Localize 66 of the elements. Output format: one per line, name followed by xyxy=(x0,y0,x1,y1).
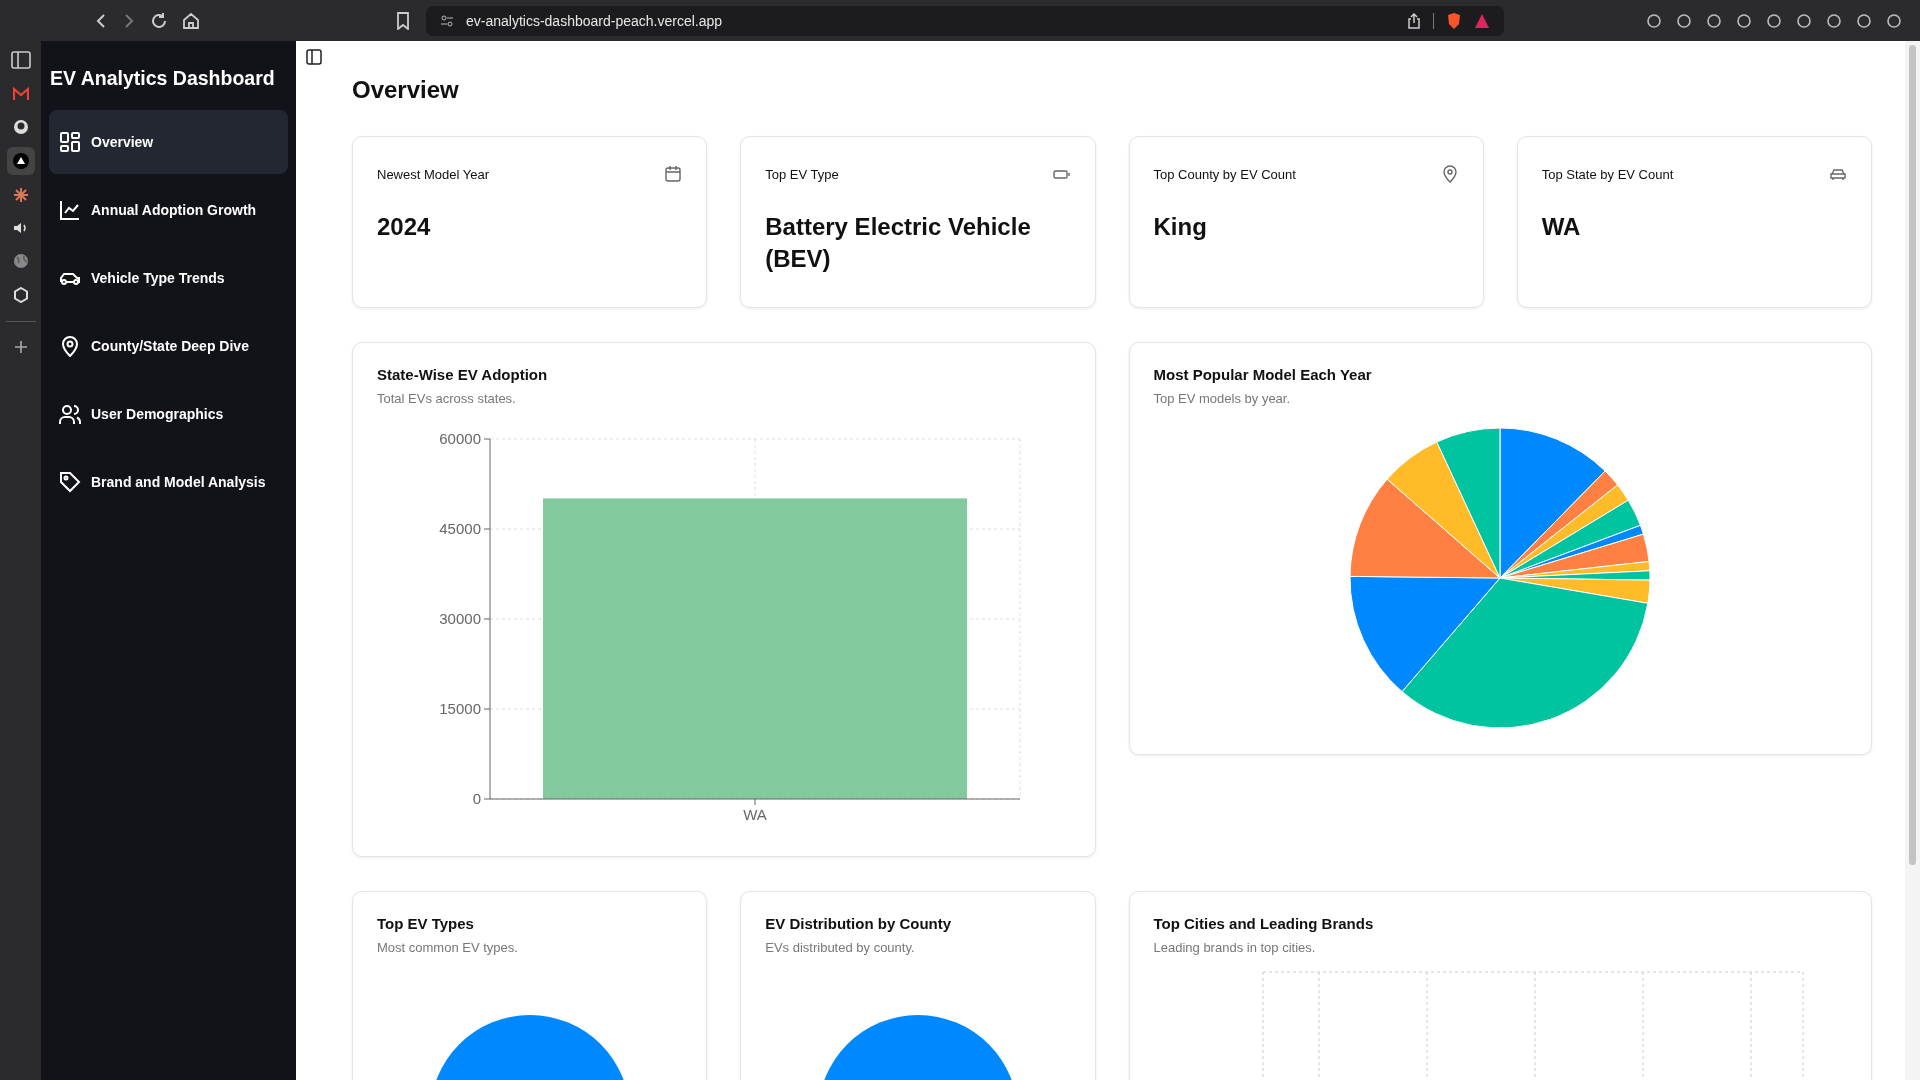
line-chart-icon xyxy=(59,199,81,221)
address-bar[interactable]: ev-analytics-dashboard-peach.vercel.app xyxy=(426,5,1504,36)
stat-value: WA xyxy=(1541,212,1582,242)
chart-subtitle: Leading brands in top cities. xyxy=(1153,940,1317,955)
extension-icon[interactable] xyxy=(1826,12,1842,29)
share-icon[interactable] xyxy=(1407,12,1421,29)
extension-icon[interactable] xyxy=(1736,12,1752,29)
chart-subtitle: Most common EV types. xyxy=(377,940,519,955)
chart-title: Most Popular Model Each Year xyxy=(1153,365,1373,385)
chart-subtitle: Top EV models by year. xyxy=(1153,391,1292,406)
nav-item[interactable]: Annual Adoption Growth xyxy=(49,178,288,242)
nav-item[interactable]: User Demographics xyxy=(49,382,288,446)
panel-toggle-icon[interactable] xyxy=(306,49,322,65)
axis-label: 45000 xyxy=(439,520,481,537)
axis-label: 15000 xyxy=(439,700,481,717)
stat-value: King xyxy=(1153,212,1208,242)
stat-label: Top State by EV Count xyxy=(1541,166,1674,182)
nav-item[interactable]: County/State Deep Dive xyxy=(49,314,288,378)
extension-icon[interactable] xyxy=(1766,12,1782,29)
nav-item[interactable]: Overview xyxy=(49,110,288,174)
home-icon[interactable] xyxy=(182,11,200,30)
app-title: EV Analytics Dashboard xyxy=(50,67,276,90)
stat-value: 2024 xyxy=(377,212,432,242)
chart-subtitle: Total EVs across states. xyxy=(377,391,517,406)
globe-icon[interactable] xyxy=(12,253,29,269)
forward-icon[interactable] xyxy=(122,12,136,29)
axis-label: 30000 xyxy=(439,610,481,627)
chart-title: State-Wise EV Adoption xyxy=(377,365,549,385)
axis-label: WA xyxy=(743,806,767,823)
axis-label: 0 xyxy=(472,790,481,807)
extension-icon[interactable] xyxy=(1796,12,1812,29)
nav-item[interactable]: Vehicle Type Trends xyxy=(49,246,288,310)
stat-label: Top EV Type xyxy=(765,166,839,182)
back-icon[interactable] xyxy=(94,12,108,29)
axis-label: 60000 xyxy=(439,430,481,447)
stat-value: Battery Electric Vehicle (BEV) xyxy=(765,212,1032,274)
bookmark-icon[interactable] xyxy=(396,11,410,30)
speaker-icon[interactable] xyxy=(12,221,29,235)
grid-icon xyxy=(59,131,81,153)
extension-icon[interactable] xyxy=(1676,12,1692,29)
stat-label: Top County by EV Count xyxy=(1153,166,1296,182)
site-settings-icon[interactable] xyxy=(440,13,454,28)
map-pin-icon xyxy=(59,335,81,357)
nav-item[interactable]: Brand and Model Analysis xyxy=(49,450,288,514)
stat-label: Newest Model Year xyxy=(377,166,489,182)
sidebar-toggle-icon[interactable] xyxy=(10,51,31,69)
page-title: Overview xyxy=(352,75,460,105)
chart-title: Top EV Types xyxy=(377,914,475,934)
extension-icon[interactable] xyxy=(1646,12,1662,29)
shield-icon[interactable] xyxy=(1446,11,1462,30)
scrollbar[interactable] xyxy=(1905,41,1920,1080)
reload-icon[interactable] xyxy=(150,11,168,30)
add-icon[interactable] xyxy=(13,340,28,354)
tag-icon xyxy=(59,471,81,493)
starburst-icon[interactable] xyxy=(12,187,29,203)
extension-icon[interactable] xyxy=(1856,12,1872,29)
cube-icon[interactable] xyxy=(12,287,29,303)
map-pin-icon xyxy=(1440,165,1459,183)
chart-subtitle: EVs distributed by county. xyxy=(765,940,916,955)
chart-title: EV Distribution by County xyxy=(765,914,953,934)
calendar-icon xyxy=(664,165,683,183)
mail-icon[interactable] xyxy=(12,87,29,101)
extension-icon[interactable] xyxy=(1706,12,1722,29)
extension-icon[interactable] xyxy=(1886,12,1902,29)
users-icon xyxy=(59,403,81,425)
chart-title: Top Cities and Leading Brands xyxy=(1153,914,1375,934)
